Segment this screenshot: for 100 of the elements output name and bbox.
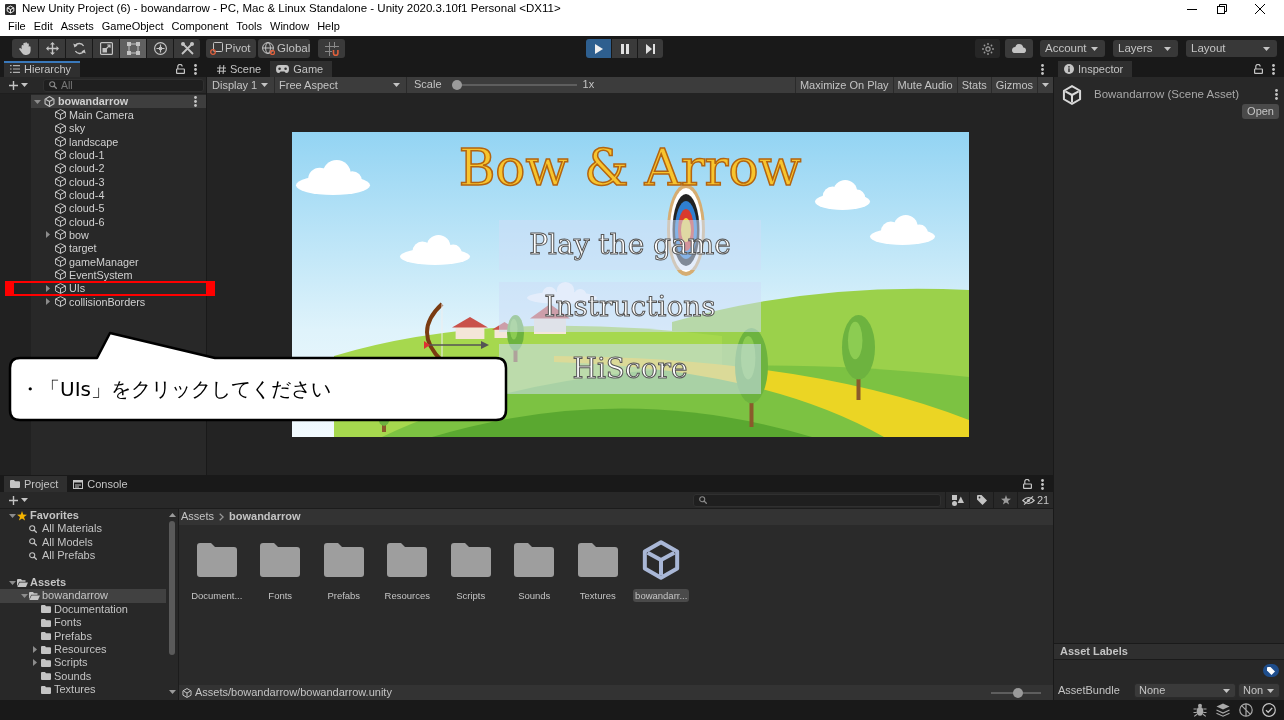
- asset-label[interactable]: bowandarr...: [633, 589, 690, 603]
- toolbar-dropdown[interactable]: Account: [1040, 40, 1105, 57]
- favorite-item[interactable]: All Models: [0, 535, 166, 550]
- scale-slider[interactable]: [451, 80, 577, 90]
- asset-label[interactable]: Sounds: [516, 589, 553, 603]
- rect-tool-button[interactable]: [120, 39, 146, 58]
- kebab-menu-icon[interactable]: [1041, 63, 1044, 75]
- scale-tool-button[interactable]: [93, 39, 119, 58]
- asset-label[interactable]: Document...: [189, 589, 245, 603]
- play-button[interactable]: [586, 39, 611, 58]
- folder-icon[interactable]: [323, 543, 364, 577]
- cube-logo-icon[interactable]: [641, 540, 682, 580]
- folder-item[interactable]: Scripts: [0, 656, 166, 670]
- hierarchy-item[interactable]: gameManager: [31, 256, 206, 267]
- hand-tool-button[interactable]: [12, 39, 38, 58]
- hierarchy-item[interactable]: target: [31, 243, 206, 254]
- collapse-arrow-icon[interactable]: [9, 513, 16, 518]
- bug-icon[interactable]: [1193, 703, 1207, 717]
- toggle-button[interactable]: Stats: [956, 77, 991, 93]
- toggle-button[interactable]: Maximize On Play: [794, 77, 893, 93]
- scene-header[interactable]: bowandarrow: [31, 95, 206, 109]
- hierarchy-item[interactable]: EventSystem: [31, 269, 206, 280]
- menu-item[interactable]: Tools: [232, 20, 267, 34]
- hierarchy-item[interactable]: bow: [31, 229, 206, 240]
- breadcrumb-item[interactable]: Assets: [181, 510, 214, 524]
- slider-thumb[interactable]: [1013, 687, 1023, 698]
- folder-item[interactable]: bowandarrow: [0, 589, 166, 603]
- folder-item[interactable]: Prefabs: [0, 629, 166, 643]
- toggle-button[interactable]: Gizmos: [990, 77, 1037, 93]
- hierarchy-item[interactable]: Main Camera: [31, 110, 206, 120]
- close-button[interactable]: [1255, 4, 1265, 14]
- rotate-tool-button[interactable]: [66, 39, 92, 58]
- folder-icon[interactable]: [514, 543, 555, 577]
- toggle-button[interactable]: Mute Audio: [892, 77, 957, 93]
- pause-button[interactable]: [612, 39, 637, 58]
- menu-item[interactable]: Component: [167, 20, 233, 34]
- stack-icon[interactable]: [1216, 703, 1230, 717]
- folder-item[interactable]: Resources: [0, 642, 166, 657]
- kebab-menu-icon[interactable]: [194, 96, 197, 108]
- grid-snap-button[interactable]: [318, 39, 345, 58]
- asset-bundle-dropdown[interactable]: None: [1134, 683, 1236, 698]
- tag-icon[interactable]: [1263, 664, 1279, 677]
- aspect-dropdown[interactable]: Free Aspect: [276, 77, 407, 93]
- open-button[interactable]: Open: [1242, 103, 1279, 119]
- lock-icon[interactable]: [1254, 64, 1263, 74]
- create-button[interactable]: [9, 493, 28, 507]
- hierarchy-item[interactable]: landscape: [31, 136, 206, 147]
- asset-label[interactable]: Resources: [382, 589, 432, 603]
- kebab-menu-icon[interactable]: [1275, 89, 1278, 100]
- step-button[interactable]: [638, 39, 663, 58]
- favorite-item[interactable]: All Materials: [0, 522, 166, 536]
- kebab-menu-icon[interactable]: [1272, 63, 1275, 75]
- folder-icon[interactable]: [577, 543, 618, 577]
- transform-tool-button[interactable]: [147, 39, 173, 58]
- cloud-button[interactable]: [1005, 39, 1033, 58]
- hierarchy-item[interactable]: sky: [31, 123, 206, 134]
- folder-icon[interactable]: [450, 543, 491, 577]
- collapse-arrow-icon[interactable]: [9, 580, 16, 585]
- inspector-tab[interactable]: Inspector: [1058, 61, 1133, 77]
- folder-item[interactable]: Sounds: [0, 669, 166, 684]
- asset-label[interactable]: Textures: [577, 589, 618, 603]
- folder-item[interactable]: Documentation: [0, 602, 166, 617]
- folder-item[interactable]: Textures: [0, 683, 166, 697]
- check-circle-icon[interactable]: [1262, 703, 1276, 717]
- asset-label[interactable]: Prefabs: [325, 589, 363, 603]
- scroll-down-icon[interactable]: [168, 690, 176, 694]
- asset-label[interactable]: Fonts: [266, 589, 295, 603]
- assets-header[interactable]: Assets: [0, 575, 166, 590]
- crossed-circle-icon[interactable]: [1239, 703, 1253, 717]
- hierarchy-item[interactable]: cloud-3: [31, 176, 206, 187]
- hierarchy-item[interactable]: cloud-4: [31, 189, 206, 200]
- display-dropdown[interactable]: Display 1: [209, 77, 275, 93]
- move-tool-button[interactable]: [39, 39, 65, 58]
- scene-tab[interactable]: Scene: [211, 61, 271, 77]
- favorite-item[interactable]: All Prefabs: [0, 549, 166, 563]
- search-field[interactable]: All: [43, 78, 204, 92]
- pivot-button[interactable]: Pivot: [206, 39, 256, 58]
- hierarchy-item[interactable]: cloud-6: [31, 216, 206, 227]
- hierarchy-item[interactable]: collisionBorders: [31, 296, 206, 307]
- folder-icon[interactable]: [196, 543, 237, 577]
- scrollbar-thumb[interactable]: [169, 521, 175, 655]
- project-tab[interactable]: Project: [4, 476, 68, 492]
- toolbar-dropdown[interactable]: Layers: [1113, 40, 1178, 57]
- hierarchy-item[interactable]: UIs: [31, 283, 206, 294]
- variant-dropdown[interactable]: Non: [1238, 683, 1280, 698]
- kebab-menu-icon[interactable]: [1041, 478, 1044, 490]
- menu-item[interactable]: File: [4, 20, 30, 34]
- restore-button[interactable]: [1217, 4, 1227, 14]
- expand-arrow-icon[interactable]: [46, 231, 50, 239]
- kebab-menu-icon[interactable]: [194, 63, 197, 75]
- asset-label[interactable]: Scripts: [454, 589, 488, 603]
- collapse-arrow-icon[interactable]: [34, 99, 41, 104]
- search-field[interactable]: [693, 493, 941, 507]
- create-button[interactable]: [9, 78, 28, 92]
- folder-icon[interactable]: [260, 543, 301, 577]
- toolbar-dropdown[interactable]: Layout: [1186, 40, 1277, 57]
- minimize-button[interactable]: [1187, 8, 1197, 10]
- slider-thumb[interactable]: [451, 80, 462, 90]
- hierarchy-item[interactable]: cloud-1: [31, 149, 206, 160]
- hierarchy-item[interactable]: cloud-2: [31, 163, 206, 174]
